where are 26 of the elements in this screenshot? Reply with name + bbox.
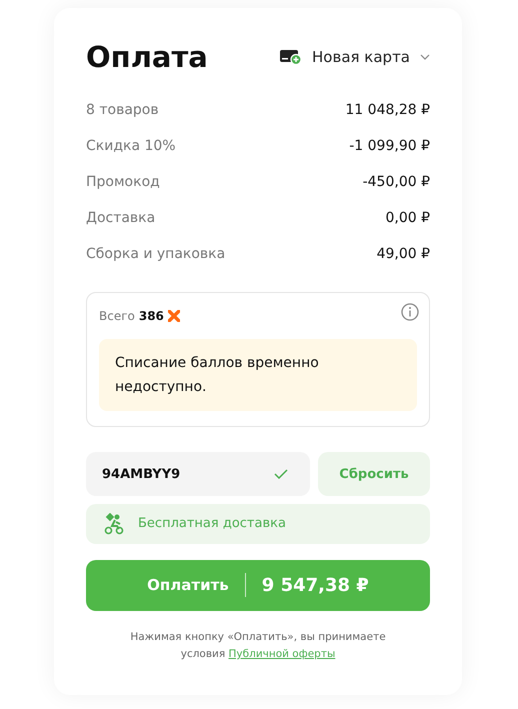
summary-value: 49,00 ₽ [376, 246, 430, 262]
summary-label: Скидка 10% [86, 138, 176, 154]
points-amount: 386 [138, 309, 164, 323]
reset-button[interactable]: Сбросить [318, 452, 430, 496]
chevron-down-icon [420, 54, 430, 60]
page-title: Оплата [86, 40, 208, 74]
summary-value: -1 099,90 ₽ [349, 138, 430, 154]
card-add-icon [280, 49, 302, 65]
cross-icon [168, 310, 180, 322]
terms-text: Нажимая кнопку «Оплатить», вы принимаете условия Публичной оферты [129, 630, 387, 662]
pay-button[interactable]: Оплатить 9 547,38 ₽ [86, 560, 430, 611]
promo-code-field[interactable]: 94AMBYY9 [86, 452, 310, 496]
summary-value: -450,00 ₽ [362, 174, 430, 190]
summary-label: Доставка [86, 210, 156, 226]
summary-label: 8 товаров [86, 102, 159, 118]
summary-label: Сборка и упаковка [86, 246, 226, 262]
points-label: Всего [99, 309, 135, 323]
payment-method-select[interactable]: Новая карта [280, 48, 430, 66]
info-icon[interactable] [401, 303, 419, 321]
summary-label: Промокод [86, 174, 160, 190]
courier-bike-icon [104, 512, 124, 535]
offer-link[interactable]: Публичной оферты [228, 648, 336, 660]
summary-value: 0,00 ₽ [385, 210, 430, 226]
summary-value: 11 048,28 ₽ [345, 102, 430, 118]
free-delivery-text: Бесплатная доставка [138, 516, 286, 532]
points-notice: Списание баллов временно недоступно. [99, 339, 417, 411]
